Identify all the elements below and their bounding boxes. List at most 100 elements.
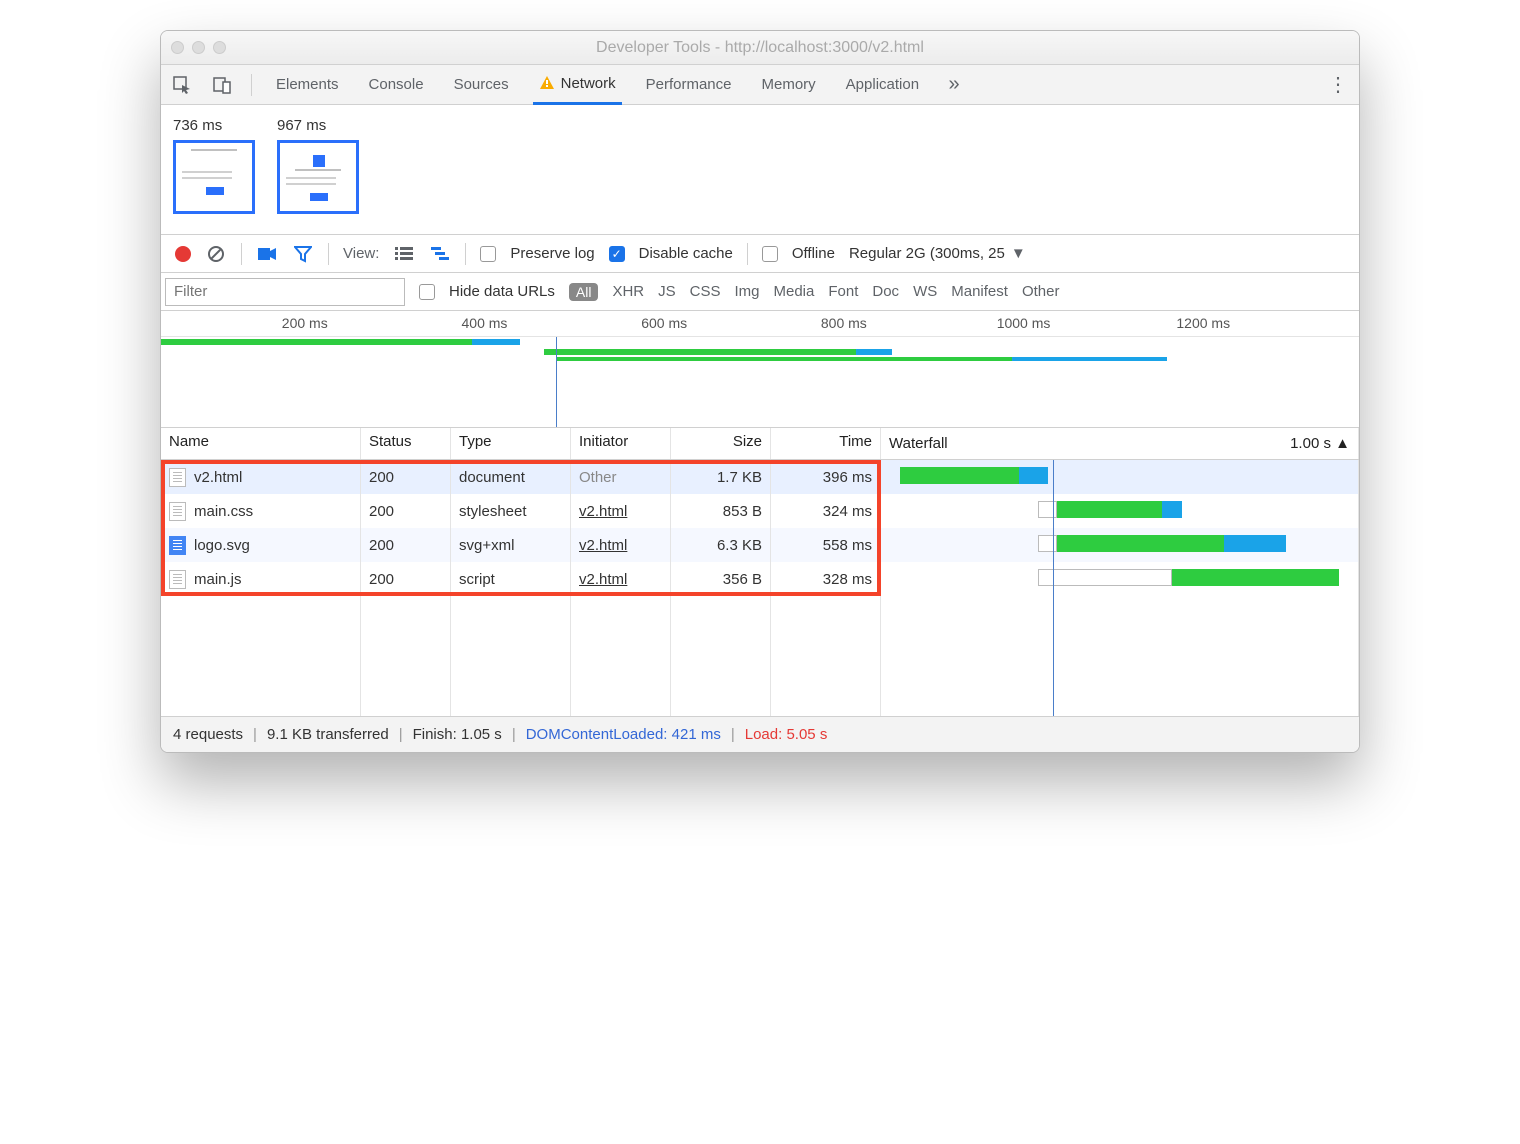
filter-icon[interactable] [292,243,314,265]
waterfall-scale: 1.00 s [1290,435,1331,452]
header-waterfall[interactable]: Waterfall 1.00 s ▲ [881,428,1359,459]
filter-type[interactable]: CSS [690,283,721,300]
table-row[interactable]: v2.html 200 document Other 1.7 KB 396 ms [161,460,1359,494]
tab-network[interactable]: Network [533,65,622,105]
camera-icon[interactable] [256,243,278,265]
request-type: stylesheet [451,494,571,528]
status-transferred: 9.1 KB transferred [267,726,389,743]
tab-application[interactable]: Application [840,65,925,105]
zoom-dot[interactable] [213,41,226,54]
minimize-dot[interactable] [192,41,205,54]
filter-type[interactable]: Doc [872,283,899,300]
view-label: View: [343,245,379,262]
separator [241,243,242,265]
header-size[interactable]: Size [671,428,771,459]
request-size: 356 B [671,562,771,596]
status-finish: Finish: 1.05 s [413,726,502,743]
tab-label: Elements [276,76,339,93]
tab-label: Network [561,75,616,92]
preserve-log-checkbox[interactable] [480,246,496,262]
header-initiator[interactable]: Initiator [571,428,671,459]
header-time[interactable]: Time [771,428,881,459]
dcl-line [556,337,557,427]
filter-type[interactable]: JS [658,283,676,300]
window-title: Developer Tools - http://localhost:3000/… [161,39,1359,57]
filter-type[interactable]: Font [828,283,858,300]
tab-console[interactable]: Console [363,65,430,105]
close-dot[interactable] [171,41,184,54]
view-list-icon[interactable] [393,243,415,265]
empty-rows [161,596,1359,716]
tab-label: Performance [646,76,732,93]
tick-label: 400 ms [461,315,507,331]
filter-type[interactable]: XHR [612,283,644,300]
offline-label: Offline [792,245,835,262]
table-row[interactable]: main.js 200 script v2.html 356 B 328 ms [161,562,1359,596]
tab-memory[interactable]: Memory [756,65,822,105]
table-row[interactable]: main.css 200 stylesheet v2.html 853 B 32… [161,494,1359,528]
file-icon [169,536,186,555]
record-icon[interactable] [175,246,191,262]
frame-time: 967 ms [277,117,359,134]
tab-elements[interactable]: Elements [270,65,345,105]
disable-cache-label: Disable cache [639,245,733,262]
filter-type[interactable]: Media [774,283,815,300]
header-name[interactable]: Name [161,428,361,459]
hide-data-urls-label: Hide data URLs [449,283,555,300]
request-status: 200 [361,494,451,528]
traffic-lights [171,41,226,54]
header-status[interactable]: Status [361,428,451,459]
filmstrip-frame[interactable]: 736 ms [173,117,255,214]
warning-icon [539,75,555,91]
tab-sources[interactable]: Sources [448,65,515,105]
status-dcl: DOMContentLoaded: 421 ms [526,726,721,743]
filter-input[interactable] [165,278,405,306]
request-initiator[interactable]: v2.html [579,503,627,520]
network-toolbar: View: Preserve log ✓ Disable cache Offli… [161,235,1359,273]
devtools-window: Developer Tools - http://localhost:3000/… [160,30,1360,753]
throttle-select[interactable]: Regular 2G (300ms, 25 ▼ [849,245,1026,262]
filter-type[interactable]: Manifest [951,283,1008,300]
request-size: 1.7 KB [671,460,771,494]
request-time: 328 ms [771,562,881,596]
request-size: 6.3 KB [671,528,771,562]
filter-all[interactable]: All [569,283,599,301]
filter-type[interactable]: WS [913,283,937,300]
request-initiator: Other [579,469,617,486]
tick-label: 200 ms [282,315,328,331]
offline-checkbox[interactable] [762,246,778,262]
hide-data-urls-checkbox[interactable] [419,284,435,300]
tick-label: 1000 ms [997,315,1051,331]
waterfall-cell [881,460,1359,494]
filter-type[interactable]: Img [734,283,759,300]
request-time: 324 ms [771,494,881,528]
preserve-log-label: Preserve log [510,245,594,262]
header-type[interactable]: Type [451,428,571,459]
file-icon [169,502,186,521]
disable-cache-checkbox[interactable]: ✓ [609,246,625,262]
request-initiator[interactable]: v2.html [579,537,627,554]
view-waterfall-icon[interactable] [429,243,451,265]
filmstrip-frame[interactable]: 967 ms [277,117,359,214]
timeline-overview[interactable]: 200 ms 400 ms 600 ms 800 ms 1000 ms 1200… [161,311,1359,428]
tick-label: 600 ms [641,315,687,331]
clear-icon[interactable] [205,243,227,265]
kebab-menu-icon[interactable]: ⋮ [1327,74,1349,96]
table-row[interactable]: logo.svg 200 svg+xml v2.html 6.3 KB 558 … [161,528,1359,562]
filter-type[interactable]: Other [1022,283,1060,300]
table-header: Name Status Type Initiator Size Time Wat… [161,428,1359,460]
tab-label: Application [846,76,919,93]
request-initiator[interactable]: v2.html [579,571,627,588]
inspect-icon[interactable] [171,74,193,96]
request-rows: v2.html 200 document Other 1.7 KB 396 ms… [161,460,1359,716]
sort-icon: ▲ [1335,435,1350,452]
filmstrip: 736 ms 967 ms [161,105,1359,235]
more-tabs-icon[interactable]: » [943,74,965,96]
tab-performance[interactable]: Performance [640,65,738,105]
frame-thumbnail [277,140,359,214]
device-toggle-icon[interactable] [211,74,233,96]
request-name: main.js [194,571,242,588]
request-status: 200 [361,460,451,494]
throttle-value: Regular 2G (300ms, 25 [849,245,1005,262]
file-icon [169,570,186,589]
